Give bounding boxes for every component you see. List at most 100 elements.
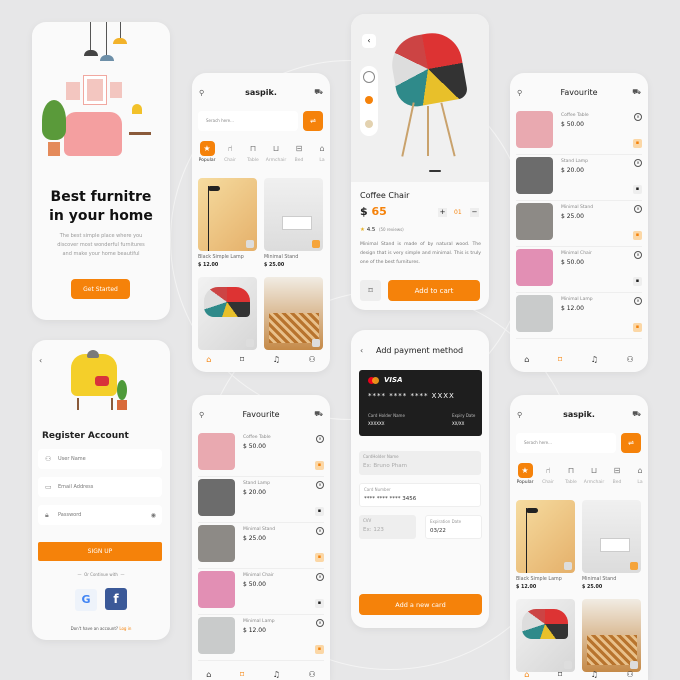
product-image[interactable]: [198, 277, 257, 350]
email-field[interactable]: ▭ Email Address: [38, 477, 162, 497]
favourite-item[interactable]: Minimal Chair $ 50.00 × ▪: [198, 571, 324, 615]
home-icon[interactable]: ⌂: [524, 355, 529, 364]
remove-icon[interactable]: ×: [634, 159, 642, 167]
product-card[interactable]: Black Simple Lamp $ 12.00: [516, 577, 562, 590]
bag-icon[interactable]: [630, 562, 638, 570]
cardholder-name-field[interactable]: CardHolder Name Ex: Bruno Pham: [359, 451, 481, 475]
bag-icon[interactable]: [246, 240, 254, 248]
favourite-item[interactable]: Minimal Chair $ 50.00 × ▪: [516, 249, 642, 293]
category-popular[interactable]: ★ Popular: [514, 463, 536, 485]
bookmark-icon[interactable]: ⌑: [558, 670, 562, 679]
cart-icon[interactable]: ⛟: [632, 88, 641, 97]
remove-icon[interactable]: ×: [316, 527, 324, 535]
search-input[interactable]: Serach here...: [516, 433, 616, 453]
expiration-date-field[interactable]: Expiration Date 03/22: [425, 515, 482, 539]
home-icon[interactable]: ⌂: [206, 355, 211, 364]
add-to-cart-icon[interactable]: ▪: [315, 599, 324, 608]
remove-icon[interactable]: ×: [316, 619, 324, 627]
add-to-cart-icon[interactable]: ▪: [315, 645, 324, 654]
category-armchair[interactable]: ⊔ Armchair: [583, 463, 605, 485]
bell-icon[interactable]: ♫: [591, 670, 598, 679]
product-card[interactable]: Black Simple Lamp $ 12.00: [198, 255, 244, 268]
profile-icon[interactable]: ⚇: [308, 670, 315, 679]
product-image[interactable]: [582, 500, 641, 573]
add-to-cart-icon[interactable]: ▪: [633, 139, 642, 148]
color-option-beige[interactable]: [365, 120, 373, 128]
color-option-white[interactable]: [363, 71, 375, 83]
bag-icon[interactable]: [246, 339, 254, 347]
add-to-cart-icon[interactable]: ▪: [633, 277, 642, 286]
favourite-item[interactable]: Minimal Stand $ 25.00 × ▪: [516, 203, 642, 247]
category-chair[interactable]: ⑁ Chair: [537, 463, 559, 485]
category-chair[interactable]: ⑁ Chair: [219, 141, 241, 163]
back-icon[interactable]: ‹: [39, 356, 42, 365]
favourite-item[interactable]: Minimal Lamp $ 12.00 × ▪: [198, 617, 324, 661]
product-card[interactable]: Minimal Stand $ 25.00: [264, 255, 298, 268]
remove-icon[interactable]: ×: [634, 205, 642, 213]
bookmark-icon[interactable]: ⌑: [558, 355, 562, 364]
add-to-cart-icon[interactable]: ▪: [315, 507, 324, 516]
favourite-item[interactable]: Minimal Lamp $ 12.00 × ▪: [516, 295, 642, 339]
product-card[interactable]: Minimal Stand $ 25.00: [582, 577, 616, 590]
remove-icon[interactable]: ×: [634, 113, 642, 121]
product-image[interactable]: [198, 178, 257, 251]
reviews-count[interactable]: (50 reviews): [379, 227, 404, 232]
remove-icon[interactable]: ×: [634, 251, 642, 259]
username-field[interactable]: ⚇ User Name: [38, 449, 162, 469]
category-popular[interactable]: ★ Popular: [196, 141, 218, 163]
profile-icon[interactable]: ⚇: [626, 670, 633, 679]
product-image[interactable]: [516, 500, 575, 573]
filter-button[interactable]: ⇌: [303, 111, 323, 131]
bell-icon[interactable]: ♫: [273, 355, 280, 364]
add-to-cart-icon[interactable]: ▪: [633, 185, 642, 194]
home-icon[interactable]: ⌂: [524, 670, 529, 679]
category-la[interactable]: ⌂ La: [629, 463, 648, 485]
home-icon[interactable]: ⌂: [206, 670, 211, 679]
category-bed[interactable]: ⊟ Bed: [606, 463, 628, 485]
remove-icon[interactable]: ×: [316, 481, 324, 489]
bookmark-icon[interactable]: ⌑: [240, 355, 244, 364]
cart-icon[interactable]: ⛟: [632, 410, 641, 419]
favourite-item[interactable]: Stand Lamp $ 20.00 × ▪: [516, 157, 642, 201]
add-to-cart-button[interactable]: Add to cart: [388, 280, 480, 301]
remove-icon[interactable]: ×: [316, 435, 324, 443]
cart-icon[interactable]: ⛟: [314, 88, 323, 97]
favourite-item[interactable]: Stand Lamp $ 20.00 × ▪: [198, 479, 324, 523]
bell-icon[interactable]: ♫: [591, 355, 598, 364]
profile-icon[interactable]: ⚇: [308, 355, 315, 364]
product-image[interactable]: [582, 599, 641, 672]
get-started-button[interactable]: Get Started: [71, 279, 130, 299]
category-la[interactable]: ⌂ La: [311, 141, 330, 163]
remove-icon[interactable]: ×: [316, 573, 324, 581]
filter-button[interactable]: ⇌: [621, 433, 641, 453]
category-table[interactable]: ⊓ Table: [560, 463, 582, 485]
back-icon[interactable]: ‹: [360, 346, 363, 355]
add-to-cart-icon[interactable]: ▪: [633, 323, 642, 332]
search-input[interactable]: Serach here...: [198, 111, 298, 131]
category-armchair[interactable]: ⊔ Armchair: [265, 141, 287, 163]
login-link[interactable]: Log in: [119, 626, 131, 631]
eye-icon[interactable]: ◉: [151, 512, 156, 519]
add-to-cart-icon[interactable]: ▪: [315, 553, 324, 562]
bag-icon[interactable]: [312, 339, 320, 347]
product-image[interactable]: [516, 599, 575, 672]
remove-icon[interactable]: ×: [634, 297, 642, 305]
bag-icon[interactable]: [564, 562, 572, 570]
card-number-field[interactable]: Card Number **** **** **** 3456: [359, 483, 481, 507]
color-option-orange[interactable]: [365, 96, 373, 104]
bell-icon[interactable]: ♫: [273, 670, 280, 679]
profile-icon[interactable]: ⚇: [626, 355, 633, 364]
facebook-login-button[interactable]: f: [105, 588, 127, 610]
add-new-card-button[interactable]: Add a new card: [359, 594, 482, 615]
favourite-item[interactable]: Coffee Table $ 50.00 × ▪: [198, 433, 324, 477]
favourite-item[interactable]: Coffee Table $ 50.00 × ▪: [516, 111, 642, 155]
back-button[interactable]: ‹: [362, 34, 376, 48]
category-table[interactable]: ⊓ Table: [242, 141, 264, 163]
product-image[interactable]: [264, 178, 323, 251]
add-to-cart-icon[interactable]: ▪: [315, 461, 324, 470]
favourite-item[interactable]: Minimal Stand $ 25.00 × ▪: [198, 525, 324, 569]
decrement-button[interactable]: −: [470, 208, 479, 217]
sign-up-button[interactable]: SIGN UP: [38, 542, 162, 561]
bookmark-icon[interactable]: ⌑: [240, 670, 244, 679]
bookmark-button[interactable]: ⌑: [360, 280, 381, 301]
